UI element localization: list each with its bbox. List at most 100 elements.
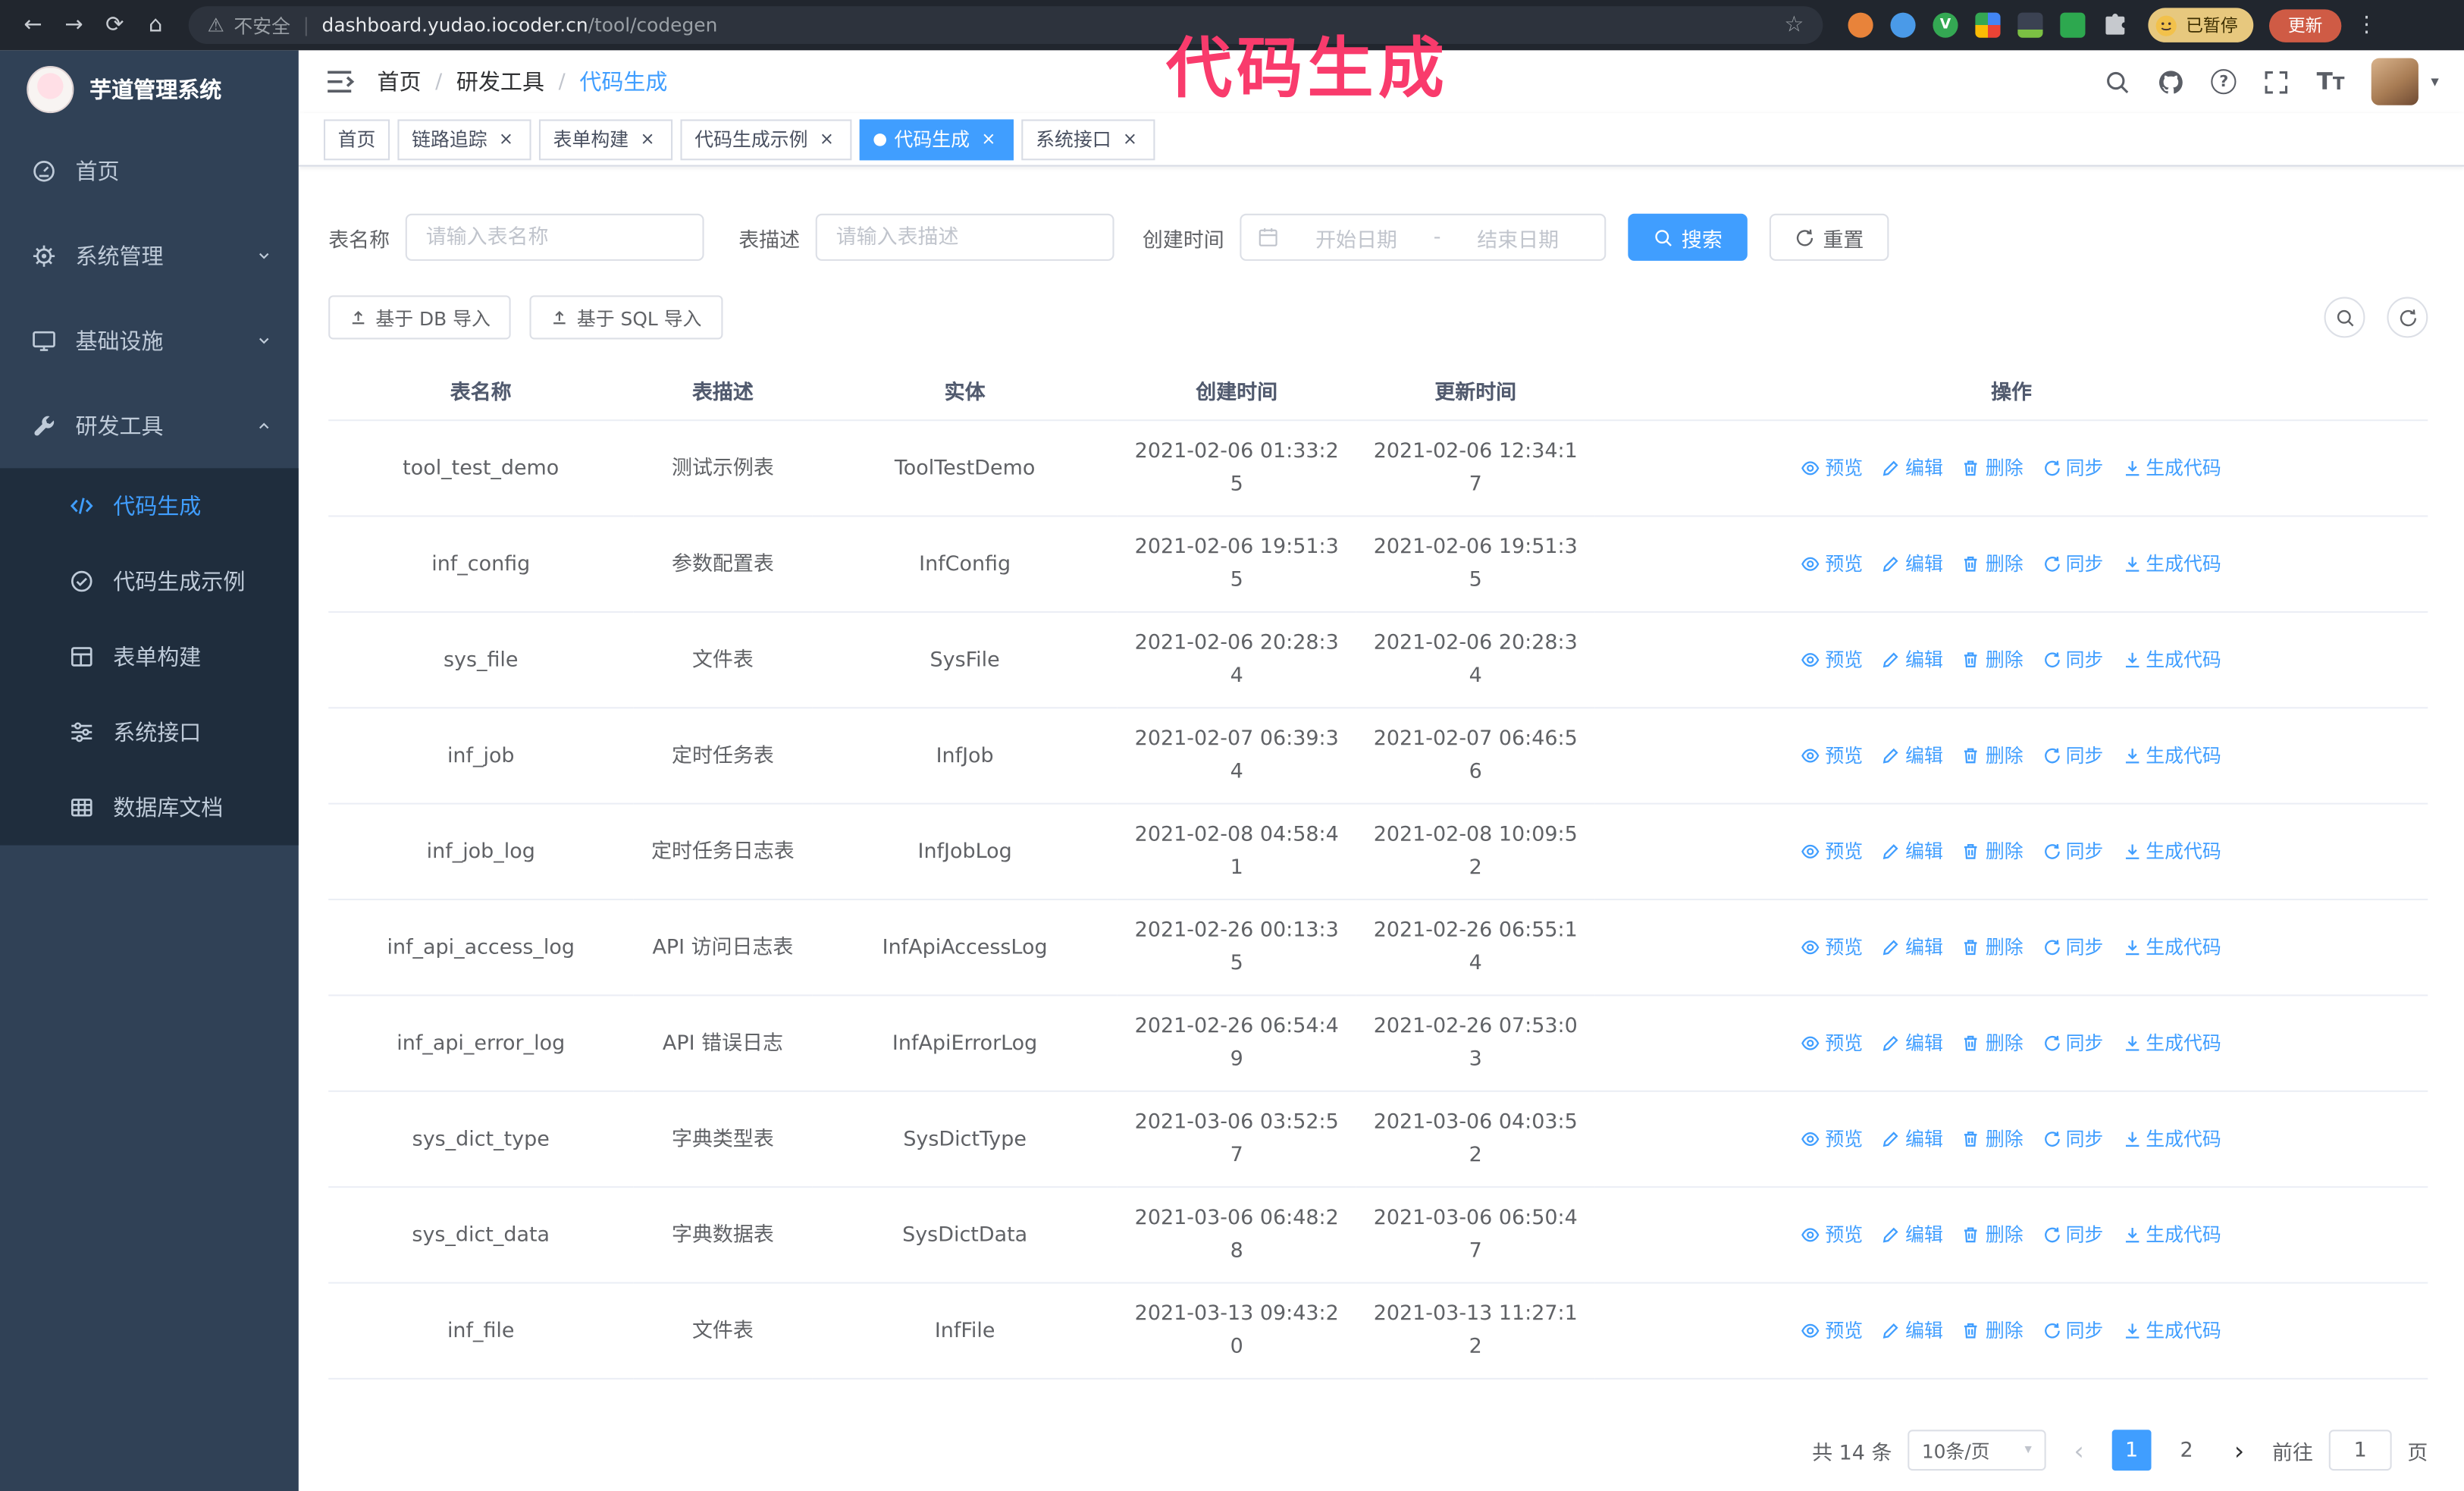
browser-update-button[interactable]: 更新 — [2268, 8, 2342, 42]
generate-code-link[interactable]: 生成代码 — [2122, 452, 2221, 485]
breadcrumb-dev-tools[interactable]: 研发工具 — [456, 66, 544, 97]
edit-link[interactable]: 编辑 — [1882, 931, 1943, 964]
delete-link[interactable]: 删除 — [1962, 931, 2024, 964]
generate-code-link[interactable]: 生成代码 — [2122, 548, 2221, 581]
extension-icon-v[interactable]: V — [1933, 12, 1958, 38]
github-icon[interactable] — [2158, 68, 2184, 95]
sidebar-item-dev-tools[interactable]: 研发工具 — [0, 383, 299, 468]
import-db-button[interactable]: 基于 DB 导入 — [328, 295, 511, 340]
submenu-item-form-builder[interactable]: 表单构建 — [0, 619, 299, 694]
date-end-input[interactable]: 结束日期 — [1447, 222, 1589, 252]
browser-reload-icon[interactable]: ⟳ — [94, 5, 135, 46]
sync-link[interactable]: 同步 — [2042, 1122, 2103, 1156]
table-desc-input[interactable] — [815, 213, 1114, 261]
edit-link[interactable]: 编辑 — [1882, 1314, 1943, 1348]
preview-link[interactable]: 预览 — [1801, 1314, 1863, 1348]
date-range-picker[interactable]: 开始日期 - 结束日期 — [1240, 213, 1607, 261]
extension-icon-orange[interactable] — [1848, 12, 1873, 38]
sidebar-item-infrastructure[interactable]: 基础设施 — [0, 299, 299, 384]
preview-link[interactable]: 预览 — [1801, 452, 1863, 485]
generate-code-link[interactable]: 生成代码 — [2122, 931, 2221, 964]
sync-link[interactable]: 同步 — [2042, 835, 2103, 868]
bookmark-star-icon[interactable]: ☆ — [1784, 13, 1804, 38]
delete-link[interactable]: 删除 — [1962, 452, 2024, 485]
delete-link[interactable]: 删除 — [1962, 1219, 2024, 1252]
page-size-select[interactable]: 10条/页 ▾ — [1908, 1430, 2046, 1471]
edit-link[interactable]: 编辑 — [1882, 1027, 1943, 1060]
tab-codegen-example[interactable]: 代码生成示例 × — [680, 118, 852, 160]
submenu-item-codegen[interactable]: 代码生成 — [0, 468, 299, 543]
edit-link[interactable]: 编辑 — [1882, 1122, 1943, 1156]
page-number-2[interactable]: 2 — [2167, 1430, 2206, 1471]
tab-close-icon[interactable]: × — [637, 128, 659, 150]
submenu-item-codegen-example[interactable]: 代码生成示例 — [0, 544, 299, 619]
next-page-button[interactable]: › — [2222, 1430, 2257, 1471]
preview-link[interactable]: 预览 — [1801, 835, 1863, 868]
search-icon[interactable] — [2105, 68, 2131, 95]
generate-code-link[interactable]: 生成代码 — [2122, 643, 2221, 676]
generate-code-link[interactable]: 生成代码 — [2122, 739, 2221, 773]
extension-icon-dark[interactable] — [2017, 12, 2043, 38]
sync-link[interactable]: 同步 — [2042, 548, 2103, 581]
sync-link[interactable]: 同步 — [2042, 931, 2103, 964]
preview-link[interactable]: 预览 — [1801, 548, 1863, 581]
goto-page-input[interactable] — [2328, 1430, 2392, 1471]
delete-link[interactable]: 删除 — [1962, 1027, 2024, 1060]
extensions-puzzle-icon[interactable] — [2102, 13, 2127, 38]
sync-link[interactable]: 同步 — [2042, 739, 2103, 773]
search-button[interactable]: 搜索 — [1628, 213, 1748, 261]
help-icon[interactable]: ? — [2211, 69, 2237, 95]
extension-icon-green[interactable] — [2060, 12, 2086, 38]
generate-code-link[interactable]: 生成代码 — [2122, 1027, 2221, 1060]
prev-page-button[interactable]: ‹ — [2061, 1430, 2096, 1471]
browser-forward-icon[interactable]: → — [53, 5, 94, 46]
toggle-search-button[interactable] — [2324, 297, 2365, 338]
edit-link[interactable]: 编辑 — [1882, 452, 1943, 485]
sync-link[interactable]: 同步 — [2042, 1027, 2103, 1060]
tab-close-icon[interactable]: × — [495, 128, 517, 150]
breadcrumb-home[interactable]: 首页 — [377, 66, 421, 97]
preview-link[interactable]: 预览 — [1801, 1027, 1863, 1060]
generate-code-link[interactable]: 生成代码 — [2122, 1122, 2221, 1156]
delete-link[interactable]: 删除 — [1962, 548, 2024, 581]
edit-link[interactable]: 编辑 — [1882, 643, 1943, 676]
fullscreen-icon[interactable] — [2263, 68, 2290, 95]
tab-form-builder[interactable]: 表单构建 × — [539, 118, 673, 160]
date-start-input[interactable]: 开始日期 — [1286, 222, 1428, 252]
preview-link[interactable]: 预览 — [1801, 739, 1863, 773]
preview-link[interactable]: 预览 — [1801, 1219, 1863, 1252]
edit-link[interactable]: 编辑 — [1882, 739, 1943, 773]
submenu-item-db-doc[interactable]: 数据库文档 — [0, 770, 299, 845]
delete-link[interactable]: 删除 — [1962, 739, 2024, 773]
user-avatar[interactable] — [2371, 58, 2419, 105]
reset-button[interactable]: 重置 — [1769, 213, 1889, 261]
import-sql-button[interactable]: 基于 SQL 导入 — [529, 295, 723, 340]
table-name-input[interactable] — [405, 213, 704, 261]
avatar-caret-down-icon[interactable]: ▾ — [2431, 73, 2438, 90]
browser-menu-kebab-icon[interactable]: ⋮ — [2356, 13, 2378, 38]
extension-icon-grid[interactable] — [1975, 12, 2001, 38]
preview-link[interactable]: 预览 — [1801, 643, 1863, 676]
sync-link[interactable]: 同步 — [2042, 1314, 2103, 1348]
delete-link[interactable]: 删除 — [1962, 1314, 2024, 1348]
browser-profile-badge[interactable]: 已暂停 — [2148, 8, 2254, 42]
tab-system-api[interactable]: 系统接口 × — [1021, 118, 1155, 160]
sidebar-item-system-management[interactable]: 系统管理 — [0, 214, 299, 299]
generate-code-link[interactable]: 生成代码 — [2122, 1314, 2221, 1348]
browser-back-icon[interactable]: ← — [13, 5, 54, 46]
delete-link[interactable]: 删除 — [1962, 835, 2024, 868]
sync-link[interactable]: 同步 — [2042, 452, 2103, 485]
delete-link[interactable]: 删除 — [1962, 1122, 2024, 1156]
generate-code-link[interactable]: 生成代码 — [2122, 835, 2221, 868]
sidebar-item-home[interactable]: 首页 — [0, 129, 299, 214]
preview-link[interactable]: 预览 — [1801, 1122, 1863, 1156]
tab-trace[interactable]: 链路追踪 × — [397, 118, 531, 160]
refresh-table-button[interactable] — [2387, 297, 2428, 338]
browser-home-icon[interactable]: ⌂ — [135, 5, 176, 46]
extension-icon-blue[interactable] — [1890, 12, 1916, 38]
page-number-1[interactable]: 1 — [2111, 1430, 2152, 1471]
sync-link[interactable]: 同步 — [2042, 1219, 2103, 1252]
sync-link[interactable]: 同步 — [2042, 643, 2103, 676]
address-bar[interactable]: ⚠ 不安全 | dashboard.yudao.iocoder.cn/tool/… — [188, 6, 1823, 45]
tab-codegen[interactable]: 代码生成 × — [859, 118, 1014, 160]
